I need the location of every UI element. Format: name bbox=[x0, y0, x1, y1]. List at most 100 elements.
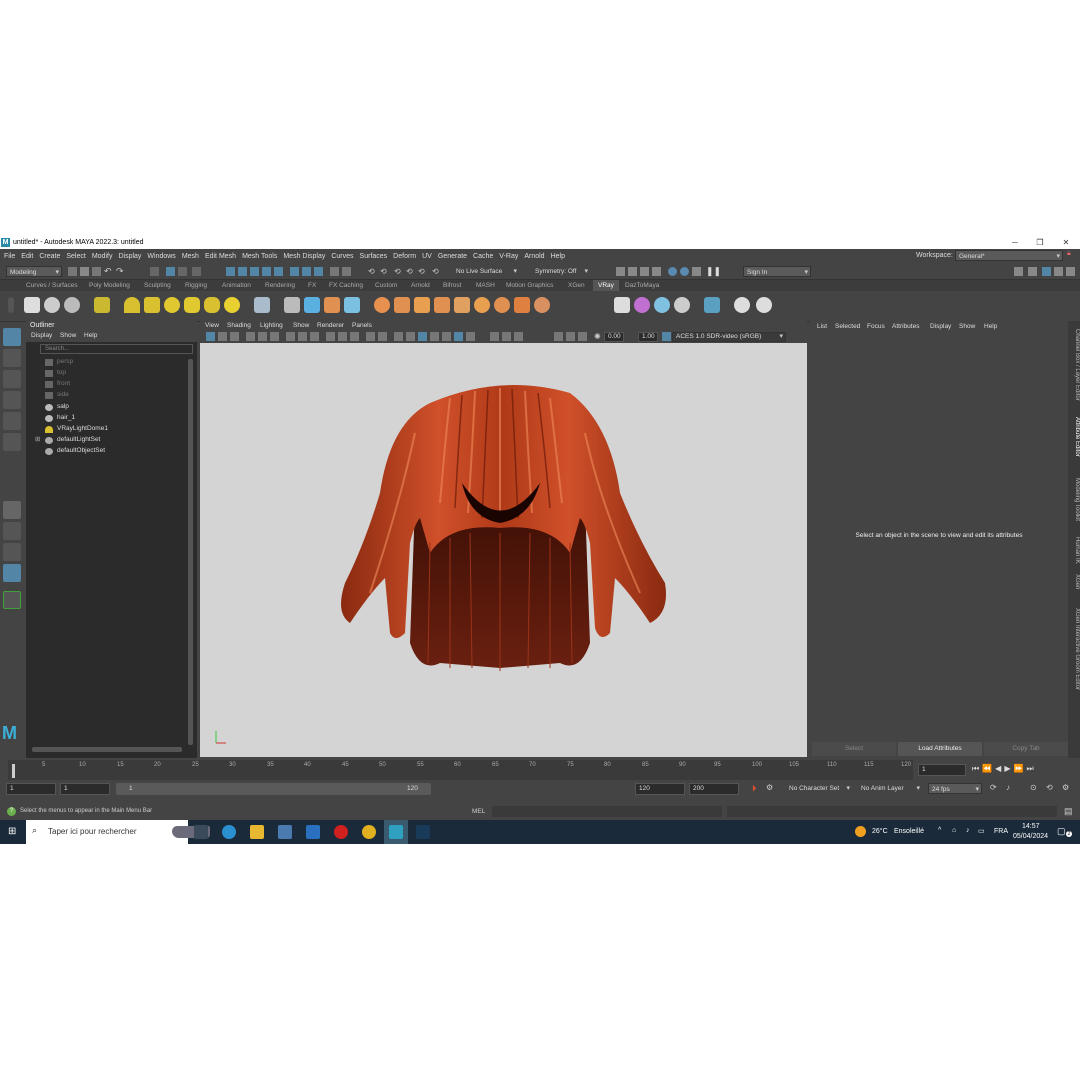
notification-icon[interactable]: ▢ bbox=[1057, 826, 1066, 837]
restore-button[interactable]: ❐ bbox=[1030, 236, 1050, 249]
tab-xgen[interactable]: XGen bbox=[1068, 573, 1080, 591]
step-back-key-icon[interactable]: ⏪ bbox=[982, 764, 995, 773]
character-set-dropdown[interactable]: No Character Set bbox=[786, 783, 852, 794]
microsoft-store-icon[interactable] bbox=[278, 825, 292, 839]
menu-set-dropdown[interactable]: Modeling bbox=[6, 266, 62, 278]
film-gate-icon[interactable] bbox=[298, 332, 307, 341]
viewport-menu-shading[interactable]: Shading bbox=[227, 322, 251, 329]
menu-windows[interactable]: Windows bbox=[147, 253, 175, 260]
select-by-object-icon[interactable] bbox=[166, 267, 175, 276]
minimize-button[interactable]: ─ bbox=[1005, 236, 1025, 249]
search-icon[interactable] bbox=[3, 591, 21, 609]
vray-color-correct-icon[interactable] bbox=[634, 297, 650, 313]
outliner-layout-icon[interactable] bbox=[3, 564, 21, 582]
tab-poly-modeling[interactable]: Poly Modeling bbox=[89, 280, 130, 291]
lasso-tool-icon[interactable] bbox=[3, 349, 21, 367]
copy-tab-button[interactable]: Copy Tab bbox=[984, 742, 1068, 756]
evaluation-icon[interactable]: ⟲ bbox=[1046, 783, 1053, 792]
attr-menu-selected[interactable]: Selected bbox=[835, 323, 860, 330]
vray-plane-icon[interactable] bbox=[254, 297, 270, 313]
construction-history-icon[interactable] bbox=[342, 267, 351, 276]
xray-joints-icon[interactable] bbox=[378, 332, 387, 341]
menu-uv[interactable]: UV bbox=[422, 253, 432, 260]
fps-dropdown[interactable]: 24 fps bbox=[928, 783, 982, 795]
render-settings-icon[interactable]: ⟲ bbox=[394, 267, 403, 276]
menu-help[interactable]: Help bbox=[551, 253, 565, 260]
vray-spot-light-icon[interactable] bbox=[144, 297, 160, 313]
edge-browser-icon[interactable] bbox=[222, 825, 236, 839]
camera-attributes-icon[interactable] bbox=[218, 332, 227, 341]
command-input[interactable] bbox=[492, 806, 722, 817]
playback-end-field[interactable]: 120 bbox=[635, 783, 685, 795]
bookmark-icon[interactable] bbox=[680, 267, 689, 276]
input-output-icon[interactable] bbox=[330, 267, 339, 276]
gamma-field[interactable]: 1.00 bbox=[638, 332, 658, 342]
pause-icon[interactable]: ❚❚ bbox=[706, 267, 721, 276]
bookmarks-icon[interactable] bbox=[230, 332, 239, 341]
toggle-channel-box-icon[interactable] bbox=[1066, 267, 1075, 276]
keep-image-icon[interactable] bbox=[640, 267, 649, 276]
outliner-search-input[interactable]: Search... bbox=[40, 344, 193, 354]
four-view-layout-icon[interactable] bbox=[3, 522, 21, 540]
anti-aliasing-icon[interactable] bbox=[466, 332, 475, 341]
undo-icon[interactable]: ↶ bbox=[104, 267, 113, 276]
current-time-marker[interactable] bbox=[12, 764, 15, 778]
hypershade-icon[interactable]: ⟲ bbox=[406, 267, 415, 276]
3d-viewport[interactable] bbox=[200, 343, 807, 757]
step-forward-key-icon[interactable]: ⏩ bbox=[1013, 764, 1026, 773]
rotate-tool-icon[interactable] bbox=[3, 412, 21, 430]
view-transform-dropdown[interactable]: ACES 1.0 SDR-video (sRGB) bbox=[672, 332, 786, 342]
vray-ipr-icon[interactable] bbox=[44, 297, 60, 313]
tab-human-ik[interactable]: Human IK bbox=[1068, 535, 1080, 565]
go-to-start-icon[interactable]: ⏮ bbox=[972, 764, 982, 773]
taskbar-search-box[interactable]: ⌕ Taper ici pour rechercher bbox=[26, 820, 210, 844]
menu-modify[interactable]: Modify bbox=[92, 253, 113, 260]
sound-icon[interactable]: ♪ bbox=[1006, 783, 1010, 792]
select-button[interactable]: Select bbox=[812, 742, 896, 756]
tab-animation[interactable]: Animation bbox=[222, 280, 251, 291]
xray-icon[interactable] bbox=[366, 332, 375, 341]
color-management-icon[interactable] bbox=[514, 332, 523, 341]
clock-time[interactable]: 14:57 bbox=[1022, 823, 1040, 830]
toggle-character-controls-icon[interactable] bbox=[1028, 267, 1037, 276]
menu-file[interactable]: File bbox=[4, 253, 15, 260]
load-attributes-button[interactable]: Load Attributes bbox=[898, 742, 982, 756]
open-scene-icon[interactable] bbox=[80, 267, 89, 276]
time-slider[interactable]: 5 10 15 20 25 30 35 40 45 50 55 60 65 70… bbox=[8, 760, 913, 780]
2d-view-icon[interactable] bbox=[554, 332, 563, 341]
network-icon[interactable]: ⌂ bbox=[952, 827, 956, 834]
tab-sculpting[interactable]: Sculpting bbox=[144, 280, 171, 291]
exposure-field[interactable]: 0.00 bbox=[604, 332, 624, 342]
steam-icon[interactable] bbox=[416, 825, 430, 839]
vray-ies-light-icon[interactable] bbox=[204, 297, 220, 313]
paint-select-tool-icon[interactable] bbox=[3, 370, 21, 388]
viewport-menu-view[interactable]: View bbox=[205, 322, 219, 329]
attr-menu-list[interactable]: List bbox=[817, 323, 827, 330]
tab-rigging[interactable]: Rigging bbox=[185, 280, 207, 291]
shelf-options-icon[interactable] bbox=[8, 297, 14, 313]
sun-weather-icon[interactable] bbox=[855, 826, 866, 837]
tab-motion-graphics[interactable]: Motion Graphics bbox=[506, 280, 553, 291]
vray-chaos-icon[interactable] bbox=[734, 297, 750, 313]
chrome-icon[interactable] bbox=[362, 825, 376, 839]
outliner-menu-display[interactable]: Display bbox=[31, 332, 52, 339]
tab-fx-caching[interactable]: FX Caching bbox=[329, 280, 363, 291]
tab-modeling-toolkit[interactable]: Modeling Toolkit bbox=[1068, 471, 1080, 527]
smooth-shade-icon[interactable] bbox=[338, 332, 347, 341]
script-editor-icon[interactable]: ▤ bbox=[1064, 806, 1073, 817]
playback-start-field[interactable]: 1 bbox=[60, 783, 110, 795]
menu-surfaces[interactable]: Surfaces bbox=[360, 253, 388, 260]
camera-attributes-icon[interactable] bbox=[668, 267, 677, 276]
mail-icon[interactable] bbox=[306, 825, 320, 839]
side-by-side-layout-icon[interactable] bbox=[3, 543, 21, 561]
play-back-icon[interactable]: ◀ bbox=[995, 764, 1004, 773]
menu-arnold[interactable]: Arnold bbox=[524, 253, 544, 260]
headsup-icon[interactable] bbox=[502, 332, 511, 341]
attr-menu-attributes[interactable]: Attributes bbox=[892, 323, 919, 330]
resolution-gate-icon[interactable] bbox=[310, 332, 319, 341]
vray-light-material-icon[interactable] bbox=[474, 297, 490, 313]
viewport-menu-lighting[interactable]: Lighting bbox=[260, 322, 283, 329]
clock-date[interactable]: 05/04/2024 bbox=[1013, 833, 1048, 840]
menu-mesh-tools[interactable]: Mesh Tools bbox=[242, 253, 277, 260]
vray-sphere-light-icon[interactable] bbox=[164, 297, 180, 313]
